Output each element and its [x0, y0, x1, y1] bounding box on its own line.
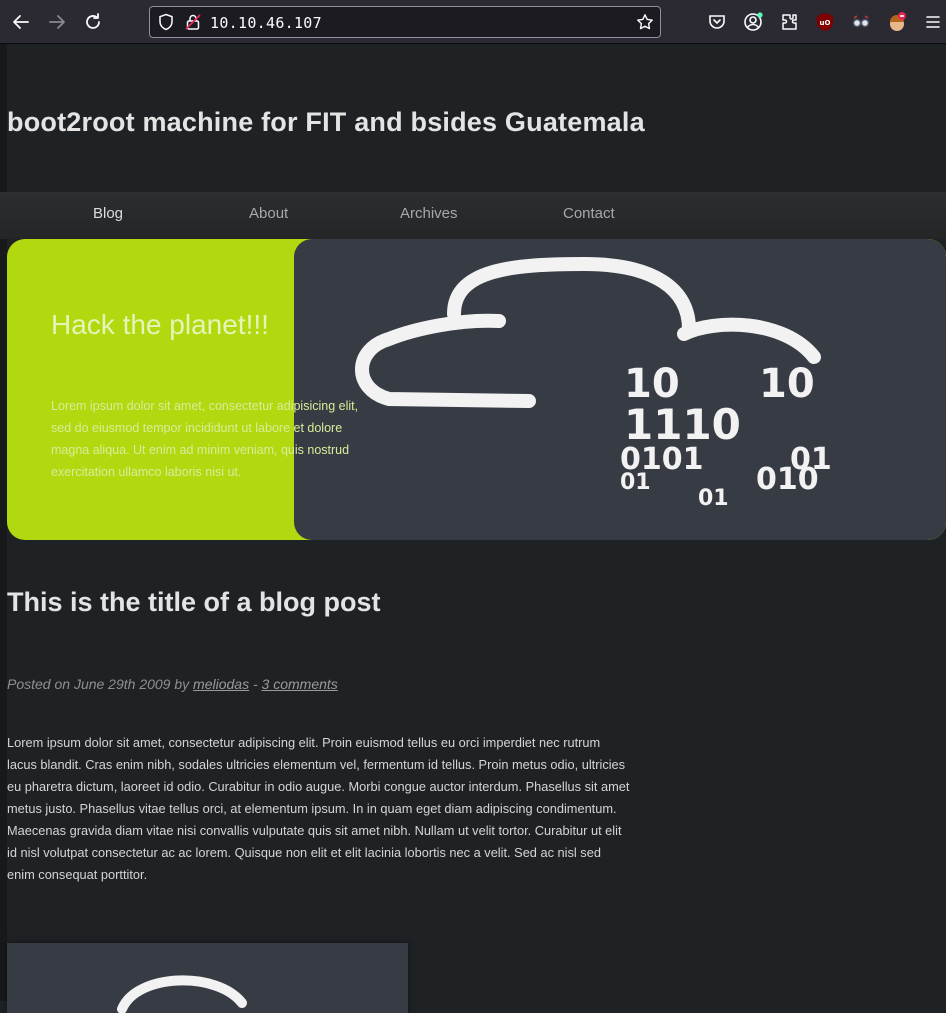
bookmark-star-icon[interactable] — [636, 13, 656, 33]
nav-archives[interactable]: Archives — [400, 205, 458, 222]
url-bar[interactable]: 10.10.46.107 — [149, 6, 661, 38]
nav-contact[interactable]: Contact — [563, 205, 615, 222]
nav-blog[interactable]: Blog — [93, 205, 123, 222]
extensions-icon[interactable] — [779, 12, 799, 32]
post-thumbnail — [7, 943, 408, 1013]
hero-banner: 10 10 1110 0101 01 01 010 01 Hack the pl… — [7, 239, 946, 540]
comments-link[interactable]: 3 comments — [262, 676, 338, 692]
extension-avatar-icon[interactable] — [887, 12, 907, 32]
site-title: boot2root machine for FIT and bsides Gua… — [7, 107, 645, 137]
pocket-icon[interactable] — [707, 12, 727, 32]
hero-text: Lorem ipsum dolor sit amet, consectetur … — [51, 399, 359, 479]
svg-text:uO: uO — [820, 19, 831, 27]
binary-text-2: 10 — [759, 361, 815, 407]
post-date: Posted on June 29th 2009 by — [7, 676, 194, 692]
ublock-icon[interactable]: uO — [815, 12, 835, 32]
binary-text-7: 010 — [756, 462, 819, 497]
menu-icon[interactable] — [923, 12, 943, 32]
extension-glasses-icon[interactable] — [851, 12, 871, 32]
author-link[interactable]: meliodas — [193, 676, 249, 692]
meta-separator: - — [249, 676, 262, 692]
reload-icon[interactable] — [81, 10, 105, 34]
account-icon[interactable] — [743, 12, 763, 32]
browser-toolbar: 10.10.46.107 uO — [0, 0, 946, 44]
nav-about[interactable]: About — [249, 205, 288, 222]
cloud-binary-image: 10 10 1110 0101 01 01 010 01 — [294, 239, 946, 540]
post-title[interactable]: This is the title of a blog post — [7, 587, 381, 618]
binary-text-6: 01 — [620, 470, 651, 495]
page-left-edge — [0, 44, 7, 1001]
post-body: Lorem ipsum dolor sit amet, consectetur … — [7, 735, 630, 882]
page-content: boot2root machine for FIT and bsides Gua… — [0, 44, 946, 1013]
binary-text-8: 01 — [698, 486, 729, 511]
url-text[interactable]: 10.10.46.107 — [210, 14, 322, 32]
shield-icon[interactable] — [157, 13, 177, 33]
forward-icon[interactable] — [45, 10, 69, 34]
back-icon[interactable] — [9, 10, 33, 34]
post-meta: Posted on June 29th 2009 by meliodas - 3… — [7, 676, 338, 692]
main-nav: Blog About Archives Contact — [0, 192, 946, 239]
lock-icon[interactable] — [184, 13, 204, 33]
hero-title: Hack the planet!!! — [51, 309, 269, 340]
